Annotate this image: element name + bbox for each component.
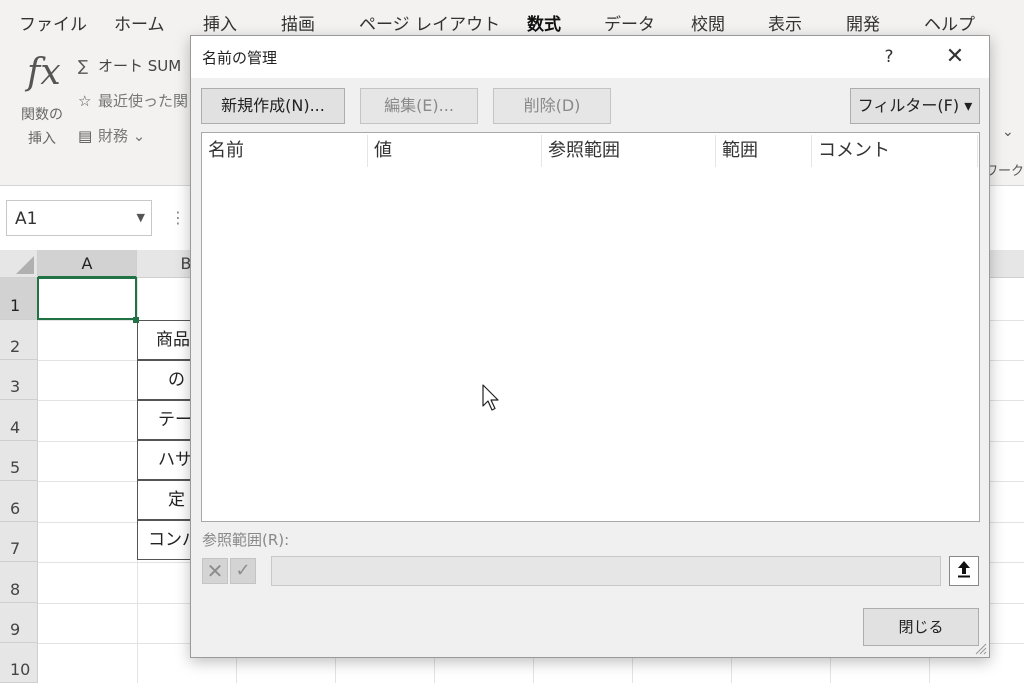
insert-function-icon[interactable]: fx xyxy=(27,52,61,93)
worksheet-label: ワークシ xyxy=(985,164,1024,179)
column-header-scope[interactable]: 範囲 xyxy=(716,135,812,167)
help-button[interactable]: ? xyxy=(871,44,907,70)
edit-name-button[interactable]: 編集(E)... xyxy=(360,88,478,124)
column-header-a[interactable]: A xyxy=(38,250,137,278)
tab-home[interactable]: ホーム xyxy=(114,10,165,35)
recently-used-button[interactable]: ☆ 最近使った関 xyxy=(78,90,188,111)
column-header-value[interactable]: 値 xyxy=(368,135,542,167)
resize-grip-icon[interactable] xyxy=(973,641,987,655)
recently-used-label: 最近使った関 xyxy=(98,92,189,110)
select-all-triangle-icon xyxy=(16,256,34,274)
row-header-5[interactable]: 5 xyxy=(0,441,38,481)
insert-function-label[interactable]: 関数の 挿入 xyxy=(16,103,68,151)
dropdown-arrow-icon[interactable]: ▼ xyxy=(137,211,145,224)
column-header-comment[interactable]: コメント xyxy=(812,135,978,167)
dialog-titlebar[interactable]: 名前の管理 ? ✕ xyxy=(191,36,989,78)
chevron-down-icon[interactable]: ⌄ xyxy=(1002,124,1014,140)
name-manager-dialog: 名前の管理 ? ✕ 新規作成(N)... 編集(E)... 削除(D) フィルタ… xyxy=(190,35,990,658)
row-header-2[interactable]: 2 xyxy=(0,320,38,360)
tab-review[interactable]: 校閲 xyxy=(691,10,725,35)
close-icon[interactable]: ✕ xyxy=(935,42,975,72)
cell-b7[interactable]: コンパ xyxy=(137,520,197,560)
refers-to-input[interactable] xyxy=(271,556,941,586)
cell-b6[interactable]: 定 xyxy=(137,480,197,520)
tab-developer[interactable]: 開発 xyxy=(846,10,880,35)
tab-data[interactable]: データ xyxy=(604,10,655,35)
tab-help[interactable]: ヘルプ xyxy=(924,10,975,35)
names-list[interactable]: 名前 値 参照範囲 範囲 コメント xyxy=(201,132,980,522)
star-icon: ☆ xyxy=(78,92,92,110)
filter-button[interactable]: フィルター(F) ▾ xyxy=(850,88,980,124)
row-header-8[interactable]: 8 xyxy=(0,562,38,603)
confirm-edit-icon[interactable]: ✓ xyxy=(230,558,256,584)
row-header-10[interactable]: 10 xyxy=(0,643,38,683)
column-header-refers-to[interactable]: 参照範囲 xyxy=(542,135,716,167)
cell-b5[interactable]: ハサ xyxy=(137,440,197,480)
name-box[interactable]: A1 ▼ xyxy=(6,200,152,236)
tab-insert[interactable]: 挿入 xyxy=(203,10,237,35)
row-header-3[interactable]: 3 xyxy=(0,360,38,400)
arrow-up-icon xyxy=(958,561,970,578)
tab-page-layout[interactable]: ページ レイアウト xyxy=(359,10,500,35)
formula-bar-splitter[interactable]: ⋮ xyxy=(170,208,186,227)
active-cell-a1[interactable] xyxy=(37,277,137,320)
fill-handle[interactable] xyxy=(133,317,139,323)
tab-view[interactable]: 表示 xyxy=(768,10,802,35)
tab-draw[interactable]: 描画 xyxy=(281,10,315,35)
tab-file[interactable]: ファイル xyxy=(19,10,87,35)
row-header-4[interactable]: 4 xyxy=(0,400,38,441)
row-header-6[interactable]: 6 xyxy=(0,481,38,522)
column-header-name[interactable]: 名前 xyxy=(202,135,368,167)
dialog-title: 名前の管理 xyxy=(202,49,278,67)
cell-b3[interactable]: の xyxy=(137,360,197,400)
collapse-dialog-icon[interactable] xyxy=(949,556,979,586)
cell-b4[interactable]: テー xyxy=(137,400,197,440)
new-name-button[interactable]: 新規作成(N)... xyxy=(201,88,345,124)
autosum-label: オート SUM xyxy=(98,57,182,75)
sigma-icon: ∑ xyxy=(78,57,89,75)
financial-label: 財務 ⌄ xyxy=(98,127,146,145)
refers-to-label: 参照範囲(R): xyxy=(202,531,290,549)
financial-button[interactable]: ▤ 財務 ⌄ xyxy=(78,125,145,146)
name-box-value: A1 xyxy=(15,209,38,229)
mouse-cursor-icon xyxy=(482,384,499,411)
close-button[interactable]: 閉じる xyxy=(863,608,979,646)
row-header-7[interactable]: 7 xyxy=(0,522,38,562)
cell-b2[interactable]: 商品 xyxy=(137,320,197,360)
delete-name-button[interactable]: 削除(D) xyxy=(493,88,611,124)
autosum-button[interactable]: ∑ オート SUM xyxy=(78,55,181,76)
finance-icon: ▤ xyxy=(78,127,93,145)
cancel-edit-icon[interactable]: ✕ xyxy=(202,558,228,584)
row-header-9[interactable]: 9 xyxy=(0,603,38,643)
tab-formulas[interactable]: 数式 xyxy=(527,10,561,35)
select-all-button[interactable] xyxy=(0,250,38,278)
row-header-1[interactable]: 1 xyxy=(0,278,38,320)
